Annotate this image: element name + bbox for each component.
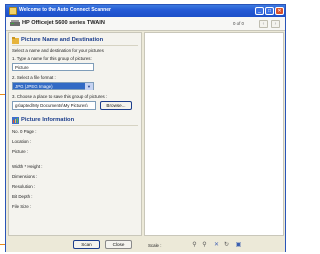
scan-button[interactable]: Scan (73, 240, 100, 249)
info-field-dimensions: Dimensions : (12, 174, 38, 179)
previous-page-button[interactable]: ‹ (259, 20, 268, 28)
scanner-header: HP Officejet 5600 series TWAIN 0 of 0 ‹ … (6, 17, 285, 31)
scanner-name: HP Officejet 5600 series TWAIN (22, 20, 105, 26)
next-page-button[interactable]: › (271, 20, 280, 28)
close-window-button[interactable]: ✕ (275, 7, 284, 15)
zoom-in-icon[interactable]: ⚲ (191, 241, 198, 249)
browse-button[interactable]: Browse... (100, 101, 132, 110)
picture-folder-icon (12, 37, 19, 44)
close-button[interactable]: Close (105, 240, 132, 249)
window-title: Welcome to the Auto Connect Scanner (19, 7, 111, 13)
scale-label: Scale : (148, 243, 162, 248)
info-section-title: Picture Information (21, 117, 75, 123)
save-path-input[interactable]: gs\apted\My Documents\My Pictures\ (12, 101, 96, 110)
name-label: 1. Type a name for this group of picture… (12, 56, 92, 61)
file-format-value: JPG (JPEG Image) (15, 84, 53, 89)
title-bar[interactable]: Welcome to the Auto Connect Scanner _ □ … (6, 5, 285, 17)
footer-bar: Scan Close Scale : ⚲ ⚲ ✕ ↻ ▣ (6, 238, 285, 252)
section-divider (12, 125, 138, 126)
file-format-select[interactable]: JPG (JPEG Image) ▼ (12, 82, 94, 90)
page-count: 0 of 0 (233, 21, 244, 26)
delete-icon[interactable]: ✕ (213, 241, 220, 249)
maximize-button[interactable]: □ (265, 7, 274, 15)
scanner-icon (10, 20, 20, 26)
preview-pane[interactable] (144, 32, 284, 236)
minimize-button[interactable]: _ (255, 7, 264, 15)
info-field-picture: Picture : (12, 149, 29, 154)
format-label: 2. Select a file format : (12, 75, 56, 80)
info-field-location: Location : (12, 139, 32, 144)
picture-name-input[interactable]: Picture (12, 63, 94, 71)
picture-info-icon (12, 117, 19, 124)
save-icon[interactable]: ▣ (235, 241, 242, 249)
info-field-page: No. 0 Page : (12, 129, 37, 134)
chevron-down-icon[interactable]: ▼ (85, 83, 93, 90)
zoom-out-icon[interactable]: ⚲ (201, 241, 208, 249)
instruction-text: Select a name and destination for your p… (12, 48, 104, 53)
picture-section-title: Picture Name and Destination (21, 37, 104, 43)
info-field-file-size: File Size : (12, 204, 32, 209)
info-field-bit-depth: Bit Depth : (12, 194, 33, 199)
info-field-resolution: Resolution : (12, 184, 36, 189)
save-location-label: 3. Choose a place to save this group of … (12, 94, 108, 99)
rotate-icon[interactable]: ↻ (223, 241, 230, 249)
info-field-width-height: Width * Height : (12, 164, 43, 169)
app-icon (9, 7, 17, 15)
settings-pane: Picture Name and Destination Select a na… (8, 32, 142, 236)
section-divider (12, 45, 138, 46)
scanner-window: Welcome to the Auto Connect Scanner _ □ … (5, 4, 286, 252)
